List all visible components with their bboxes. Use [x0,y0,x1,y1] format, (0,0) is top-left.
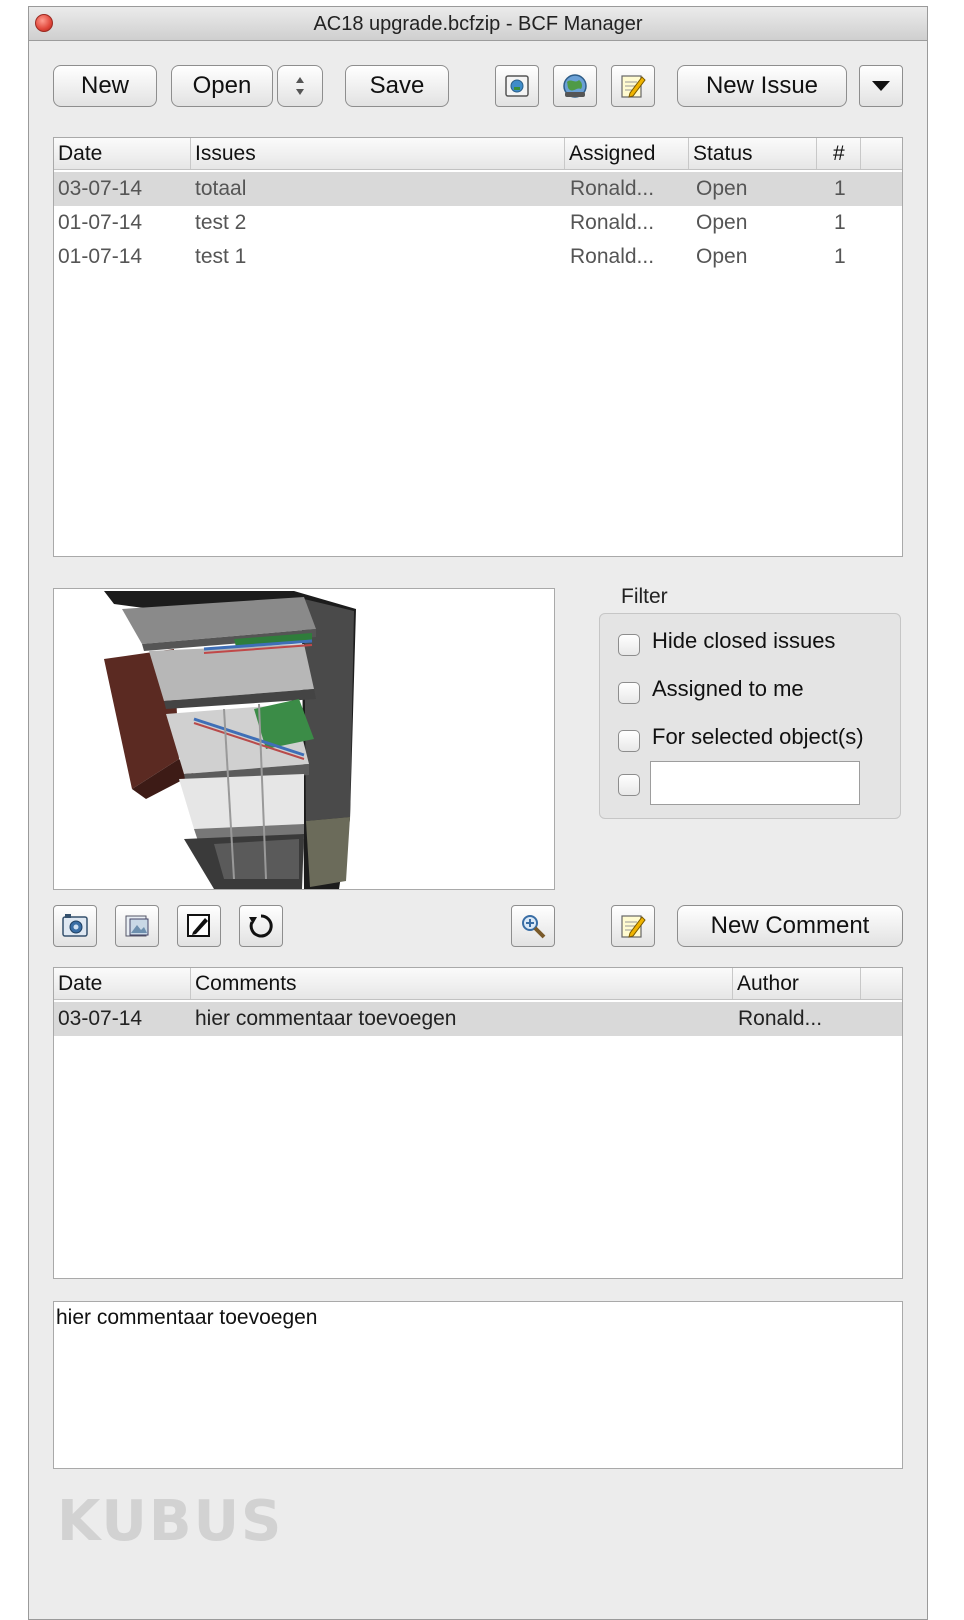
for-selected-objects-label[interactable]: For selected object(s) [652,724,864,750]
column-comments[interactable]: Comments [190,968,732,999]
for-selected-objects-checkbox[interactable] [618,730,640,752]
comment-date: 03-07-14 [58,1007,143,1030]
new-button[interactable]: New [53,65,157,107]
comments-table-header: Date Comments Author [54,968,902,1000]
edit-comment-button[interactable] [611,905,655,947]
hide-closed-checkbox[interactable] [618,634,640,656]
issue-status: Open [696,211,748,234]
issue-count: 1 [834,177,846,200]
zoom-button[interactable] [511,905,555,947]
title-bar: AC18 upgrade.bcfzip - BCF Manager [29,7,927,41]
issues-table[interactable]: Date Issues Assigned Status # 03-07-14 t… [53,137,903,557]
comment-text: hier commentaar toevoegen [195,1007,457,1030]
column-date[interactable]: Date [54,968,190,999]
load-image-button[interactable] [115,905,159,947]
column-author[interactable]: Author [732,968,860,999]
custom-filter-checkbox[interactable] [618,774,640,796]
viewpoint-preview[interactable] [53,588,555,890]
globe-button[interactable] [553,65,597,107]
snapshot-button[interactable] [53,905,97,947]
camera-icon [62,914,88,937]
issues-table-header: Date Issues Assigned Status # [54,138,902,170]
column-count[interactable]: # [816,138,860,169]
issue-title: test 2 [195,211,247,234]
issue-menu-button[interactable] [859,65,903,107]
building-model-image [104,591,356,889]
column-spacer [860,138,904,169]
column-assigned[interactable]: Assigned [564,138,688,169]
viewpoint-icon [505,75,529,97]
open-button[interactable]: Open [171,65,273,107]
assigned-to-me-label[interactable]: Assigned to me [652,676,804,702]
comment-author: Ronald... [738,1007,823,1030]
bcf-manager-window: AC18 upgrade.bcfzip - BCF Manager New Op… [28,6,928,1620]
issue-status: Open [696,245,748,268]
refresh-button[interactable] [239,905,283,947]
edit-note-icon [621,75,646,98]
issue-date: 01-07-14 [58,211,143,234]
issue-assigned: Ronald... [570,245,655,268]
assigned-to-me-checkbox[interactable] [618,682,640,704]
edit-note-icon [621,915,646,938]
issue-title: test 1 [195,245,247,268]
window-title: AC18 upgrade.bcfzip - BCF Manager [313,13,643,35]
markup-button[interactable] [177,905,221,947]
globe-icon [563,74,587,98]
comment-editor[interactable]: hier commentaar toevoegen [53,1301,903,1469]
folder-image-icon [125,915,149,937]
column-status[interactable]: Status [688,138,816,169]
table-row[interactable]: 03-07-14 hier commentaar toevoegen Ronal… [54,1002,902,1036]
issue-assigned: Ronald... [570,211,655,234]
column-issues[interactable]: Issues [190,138,564,169]
issue-assigned: Ronald... [570,177,655,200]
pencil-icon [187,914,210,937]
open-recent-stepper[interactable] [277,65,323,107]
filter-group: Hide closed issues Assigned to me For se… [599,613,901,819]
custom-filter-input[interactable] [650,761,860,805]
new-issue-button[interactable]: New Issue [677,65,847,107]
issue-count: 1 [834,211,846,234]
issue-status: Open [696,177,748,200]
dropdown-arrow-icon [872,81,890,91]
table-row[interactable]: 03-07-14 totaal Ronald... Open 1 [54,172,902,206]
issue-date: 01-07-14 [58,245,143,268]
filter-title: Filter [621,585,668,608]
new-comment-button[interactable]: New Comment [677,905,903,947]
column-spacer [860,968,904,999]
comments-table[interactable]: Date Comments Author 03-07-14 hier comme… [53,967,903,1279]
save-button[interactable]: Save [345,65,449,107]
table-row[interactable]: 01-07-14 test 1 Ronald... Open 1 [54,240,902,274]
zoom-icon [522,915,546,939]
issue-count: 1 [834,245,846,268]
table-row[interactable]: 01-07-14 test 2 Ronald... Open 1 [54,206,902,240]
up-down-arrows-icon [296,77,304,95]
hide-closed-label[interactable]: Hide closed issues [652,628,835,654]
issue-title: totaal [195,177,247,200]
column-date[interactable]: Date [54,138,190,169]
issue-date: 03-07-14 [58,177,143,200]
viewpoint-button[interactable] [495,65,539,107]
refresh-icon [249,914,273,938]
edit-note-button[interactable] [611,65,655,107]
kubus-logo: KUBUS [57,1489,284,1554]
